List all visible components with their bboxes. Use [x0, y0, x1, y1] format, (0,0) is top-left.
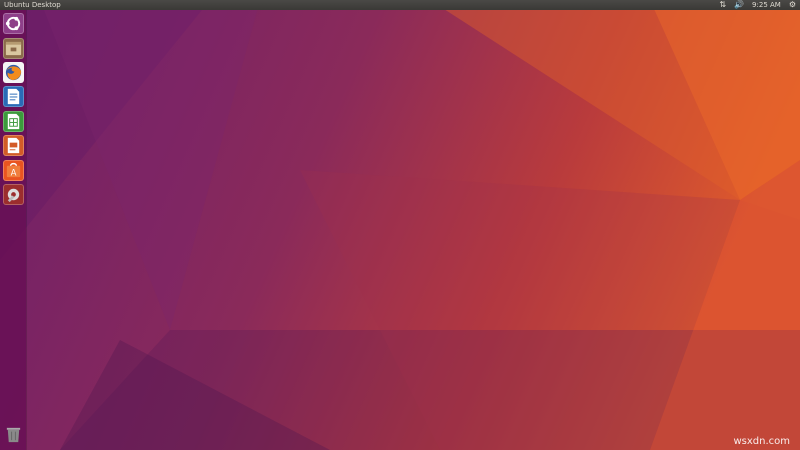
clock[interactable]: 9:25 AM: [752, 0, 781, 10]
trash-icon: [6, 427, 21, 443]
files-button[interactable]: [3, 38, 24, 59]
gear-icon[interactable]: ⚙: [789, 0, 796, 10]
volume-icon[interactable]: 🔊: [734, 0, 744, 10]
libreoffice-impress-button[interactable]: [3, 135, 24, 156]
ubuntu-dash-button[interactable]: [3, 13, 24, 34]
trash-button[interactable]: [3, 424, 24, 445]
panel-title: Ubuntu Desktop: [4, 1, 61, 9]
libreoffice-writer-icon: [7, 88, 20, 105]
libreoffice-calc-icon: [7, 113, 20, 130]
firefox-button[interactable]: [3, 62, 24, 83]
libreoffice-calc-button[interactable]: [3, 111, 24, 132]
firefox-icon: [5, 64, 22, 81]
watermark: wsxdn.com: [733, 436, 790, 447]
launcher: A: [0, 10, 26, 450]
system-settings-icon: [7, 188, 20, 203]
top-panel: Ubuntu Desktop ⇅ 🔊 9:25 AM ⚙: [0, 0, 800, 10]
libreoffice-impress-icon: [7, 137, 20, 154]
system-settings-button[interactable]: [3, 184, 24, 205]
ubuntu-software-button[interactable]: A: [3, 160, 24, 181]
network-icon[interactable]: ⇅: [719, 0, 726, 10]
panel-indicators: ⇅ 🔊 9:25 AM ⚙: [719, 0, 796, 10]
desktop-wallpaper: [0, 0, 800, 450]
ubuntu-dash-icon: [5, 16, 21, 31]
ubuntu-software-icon: A: [6, 162, 21, 178]
svg-text:A: A: [11, 168, 17, 178]
libreoffice-writer-button[interactable]: [3, 86, 24, 107]
files-icon: [5, 41, 22, 56]
